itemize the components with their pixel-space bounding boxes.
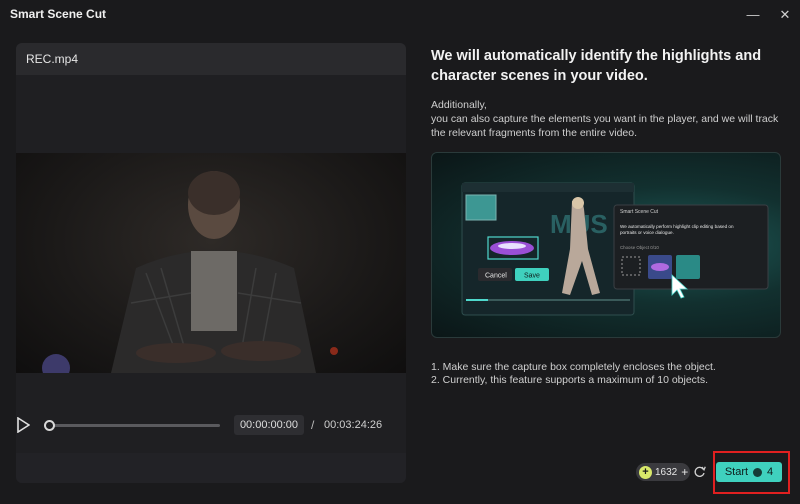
credits-count: 1632 — [655, 466, 678, 478]
preview-popup-section: Choose Object 0/10 — [620, 245, 659, 250]
progress-handle[interactable] — [44, 420, 55, 431]
play-icon[interactable] — [16, 417, 30, 433]
description-line: you can also capture the elements you wa… — [431, 113, 779, 139]
note-line: 1. Make sure the capture box completely … — [431, 361, 716, 373]
feature-heading: We will automatically identify the highl… — [431, 48, 762, 84]
progress-track[interactable] — [48, 424, 220, 427]
preview-cancel-label: Cancel — [485, 273, 507, 280]
refresh-icon[interactable] — [693, 465, 706, 478]
total-duration: 00:03:24:26 — [324, 419, 383, 431]
start-label: Start — [724, 466, 749, 478]
preview-illustration: MUS Cancel Save Smart Scene Cut We autom… — [461, 182, 769, 316]
video-filename: REC.mp4 — [16, 43, 406, 75]
feature-preview-image: MUS Cancel Save Smart Scene Cut We autom… — [431, 152, 781, 338]
credits-badge[interactable]: + 1632 + — [636, 463, 690, 481]
player-controls-bar — [16, 453, 406, 483]
window-title: Smart Scene Cut — [10, 7, 107, 21]
current-time-field[interactable]: 00:00:00:00 — [234, 415, 304, 435]
video-player: REC.mp4 — [16, 43, 406, 483]
time-separator: / — [311, 418, 315, 432]
minimize-button[interactable]: — — [742, 4, 764, 26]
start-button[interactable]: Start 4 — [716, 462, 782, 482]
credit-cost-icon — [753, 467, 763, 477]
usage-notes: 1. Make sure the capture box completely … — [431, 361, 716, 386]
start-cost: 4 — [767, 466, 774, 478]
add-credits-icon[interactable]: + — [681, 465, 688, 479]
description-line: Additionally, — [431, 99, 487, 111]
preview-save-label: Save — [524, 273, 540, 280]
preview-popup-title: Smart Scene Cut — [620, 209, 659, 215]
video-frame[interactable] — [16, 153, 406, 373]
feature-description: Additionally, you can also capture the e… — [431, 98, 791, 140]
credit-plus-icon: + — [639, 465, 652, 479]
video-frame-image — [42, 171, 338, 373]
close-button[interactable]: ✕ — [774, 4, 796, 26]
note-line: 2. Currently, this feature supports a ma… — [431, 373, 709, 386]
title-bar: Smart Scene Cut — ✕ — [0, 0, 800, 30]
